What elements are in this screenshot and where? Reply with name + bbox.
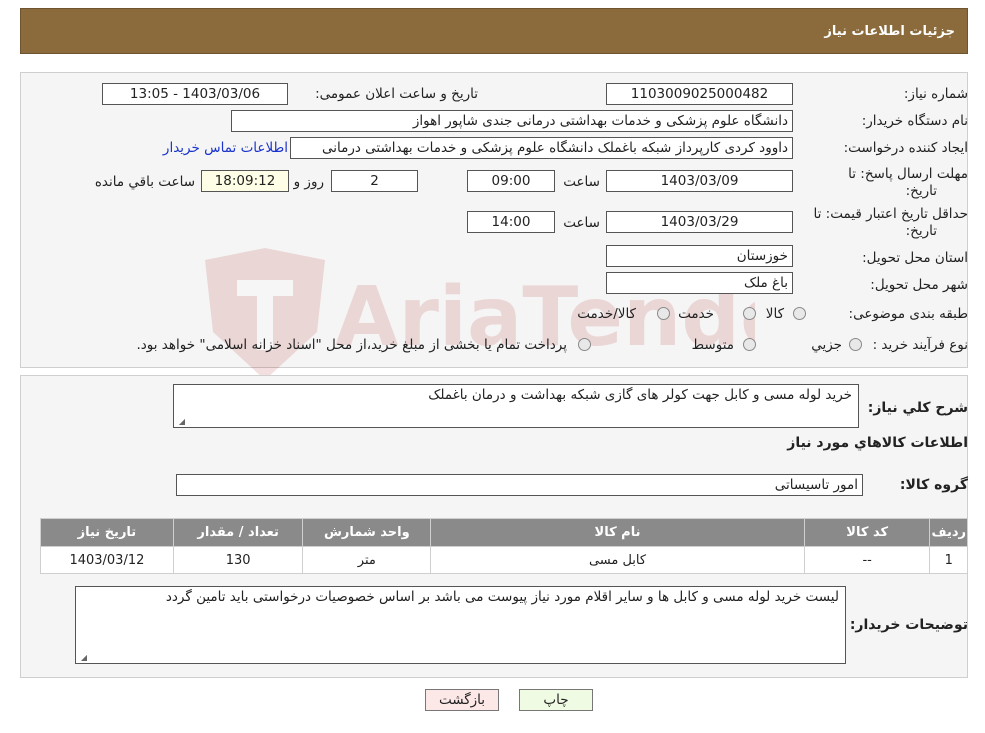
cell-need-date: 1403/03/12 <box>40 546 174 574</box>
cell-item-name: کابل مسی <box>430 546 805 574</box>
buyer-notes-field: لیست خرید لوله مسی و کابل ها و سایر اقلا… <box>75 586 846 664</box>
days-remaining-field: 2 <box>331 170 418 192</box>
validity-time-label: ساعت <box>563 215 600 231</box>
deadline-time-label: ساعت <box>563 174 600 190</box>
description-field: خرید لوله مسی و کابل جهت کولر های گازی ش… <box>173 384 859 428</box>
creator-label: ایجاد کننده درخواست: <box>843 140 968 156</box>
process-radio-treasury[interactable] <box>578 338 591 351</box>
table-row: 1 -- کابل مسی متر 130 1403/03/12 <box>40 546 968 574</box>
buyer-notes-text: لیست خرید لوله مسی و کابل ها و سایر اقلا… <box>165 589 839 605</box>
announce-label: تاریخ و ساعت اعلان عمومی: <box>315 86 478 102</box>
buyer-contact-link[interactable]: اطلاعات تماس خریدار <box>163 140 288 156</box>
deadline-label: مهلت ارسال پاسخ: تا <box>848 166 968 182</box>
process-option-partial: جزیي <box>811 337 842 353</box>
col-item-name: نام کالا <box>430 518 805 547</box>
announce-datetime-field: 1403/03/06 - 13:05 <box>102 83 288 105</box>
description-label: شرح کلي نياز: <box>867 400 968 416</box>
process-label: نوع فرآیند خرید : <box>872 337 968 353</box>
goods-group-label: گروه کالا: <box>899 477 968 493</box>
col-row-number: ردیف <box>929 518 968 547</box>
resize-grip-icon[interactable]: ◢ <box>176 417 185 426</box>
payment-note: پرداخت تمام یا بخشی از مبلغ خرید،از محل … <box>136 337 567 353</box>
print-button[interactable]: چاپ <box>519 689 593 711</box>
buyer-org-label: نام دستگاه خریدار: <box>861 113 968 129</box>
table-header-row: ردیف کد کالا نام کالا واحد شمارش تعداد /… <box>40 518 968 547</box>
page-title: جزئیات اطلاعات نیاز <box>824 24 955 39</box>
deadline-label-date: تاریخ: <box>905 183 937 199</box>
city-field: باغ ملک <box>606 272 793 294</box>
validity-time-field: 14:00 <box>467 211 555 233</box>
goods-group-field: امور تاسیساتی <box>176 474 863 496</box>
category-radio-goods-service[interactable] <box>657 307 670 320</box>
category-option-service: خدمت <box>678 306 714 322</box>
validity-label-date: تاریخ: <box>905 223 937 239</box>
days-label: روز و <box>293 174 324 190</box>
category-label: طبقه بندی موضوعی: <box>848 306 968 322</box>
process-radio-medium[interactable] <box>743 338 756 351</box>
process-option-medium: متوسط <box>691 337 734 353</box>
cell-quantity: 130 <box>172 546 304 574</box>
creator-field: داوود کردی کارپرداز شبکه باغملک دانشگاه … <box>290 137 793 159</box>
province-field: خوزستان <box>606 245 793 267</box>
deadline-date-field: 1403/03/09 <box>606 170 793 192</box>
description-text: خرید لوله مسی و کابل جهت کولر های گازی ش… <box>428 387 852 403</box>
need-number-field: 1103009025000482 <box>606 83 793 105</box>
need-number-label: شماره نیاز: <box>903 86 968 102</box>
remaining-label: ساعت باقي مانده <box>94 174 195 190</box>
validity-date-field: 1403/03/29 <box>606 211 793 233</box>
cell-unit: متر <box>302 546 432 574</box>
col-item-code: کد کالا <box>803 518 931 547</box>
page-header: جزئیات اطلاعات نیاز <box>20 8 968 54</box>
resize-grip-icon[interactable]: ◢ <box>78 653 87 662</box>
col-unit: واحد شمارش <box>302 518 432 547</box>
deadline-time-field: 09:00 <box>467 170 555 192</box>
goods-table: ردیف کد کالا نام کالا واحد شمارش تعداد /… <box>40 518 968 574</box>
category-option-goods-service: کالا/خدمت <box>577 306 636 322</box>
cell-row-number: 1 <box>929 546 968 574</box>
col-quantity: تعداد / مقدار <box>172 518 304 547</box>
back-button[interactable]: بازگشت <box>425 689 499 711</box>
remaining-time-field: 18:09:12 <box>201 170 289 192</box>
validity-label: حداقل تاریخ اعتبار قیمت: تا <box>813 206 968 222</box>
city-label: شهر محل تحویل: <box>870 277 968 293</box>
col-need-date: تاریخ نیاز <box>40 518 174 547</box>
buyer-org-field: دانشگاه علوم پزشکی و خدمات بهداشتی درمان… <box>231 110 793 132</box>
process-radio-partial[interactable] <box>849 338 862 351</box>
province-label: استان محل تحویل: <box>862 250 968 266</box>
category-radio-service[interactable] <box>743 307 756 320</box>
category-option-goods: کالا <box>765 306 784 322</box>
category-radio-goods[interactable] <box>793 307 806 320</box>
buyer-notes-label: توضیحات خریدار: <box>849 617 968 633</box>
cell-item-code: -- <box>803 546 931 574</box>
goods-info-title: اطلاعات کالاهاي مورد نياز <box>787 435 968 451</box>
